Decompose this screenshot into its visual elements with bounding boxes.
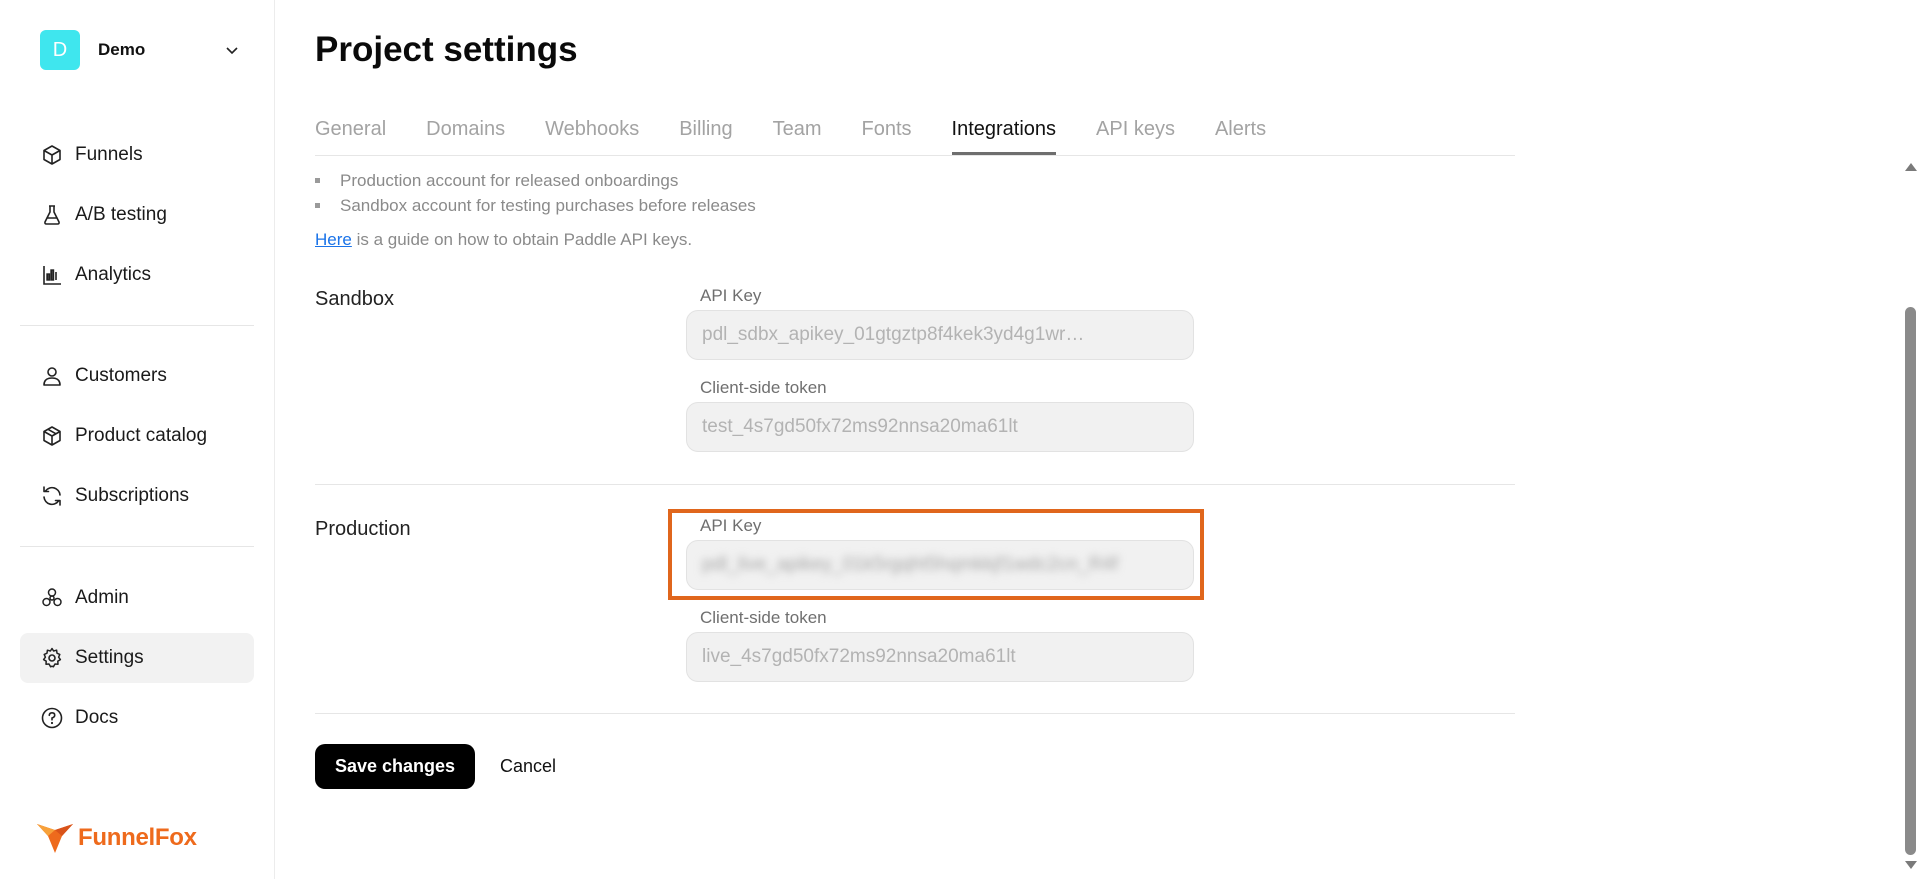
funnelfox-logo: FunnelFox — [36, 822, 197, 854]
bar-chart-icon — [40, 263, 64, 287]
tab-billing[interactable]: Billing — [679, 112, 732, 155]
page-title: Project settings — [315, 30, 578, 69]
scroll-thumb[interactable] — [1905, 307, 1916, 855]
section-divider — [315, 713, 1515, 714]
workspace-name: Demo — [98, 40, 146, 59]
refresh-icon — [40, 484, 64, 508]
list-item: Production account for released onboardi… — [315, 170, 756, 195]
sidebar-item-settings[interactable]: Settings — [20, 633, 254, 683]
nav-secondary: Customers Product catalog Subscriptions — [20, 351, 254, 531]
sidebar-item-label: Product catalog — [75, 425, 208, 446]
scroll-up-arrow[interactable] — [1905, 163, 1917, 171]
tab-fonts[interactable]: Fonts — [861, 112, 911, 155]
sidebar-item-docs[interactable]: Docs — [20, 693, 254, 743]
tab-integrations[interactable]: Integrations — [951, 112, 1057, 155]
sidebar-item-label: A/B testing — [75, 204, 167, 225]
field-value: live_4s7gd50fx72ms92nnsa20ma61lt — [702, 646, 1016, 667]
gear-icon — [40, 646, 64, 670]
sandbox-api-key-input[interactable]: pdl_sdbx_apikey_01gtgztp8f4kek3yd4g1wr… — [686, 310, 1194, 360]
chevron-down-icon — [226, 47, 238, 55]
tab-team[interactable]: Team — [773, 112, 822, 155]
sidebar-item-subscriptions[interactable]: Subscriptions — [20, 471, 254, 521]
sidebar-item-ab-testing[interactable]: A/B testing — [20, 190, 254, 240]
sandbox-client-token-input[interactable]: test_4s7gd50fx72ms92nnsa20ma61lt — [686, 402, 1194, 452]
nav-primary: Funnels A/B testing Analytics — [20, 130, 254, 310]
guide-text: Here is a guide on how to obtain Paddle … — [315, 230, 692, 250]
cancel-button[interactable]: Cancel — [490, 744, 566, 789]
sidebar-item-label: Analytics — [75, 264, 152, 285]
tab-domains[interactable]: Domains — [426, 112, 505, 155]
workspace-avatar: D — [40, 30, 80, 70]
workspace-switcher[interactable]: D Demo — [40, 30, 260, 70]
tab-api-keys[interactable]: API keys — [1096, 112, 1175, 155]
tab-webhooks[interactable]: Webhooks — [545, 112, 639, 155]
flask-icon — [40, 203, 64, 227]
sidebar-item-label: Subscriptions — [75, 485, 190, 506]
nav-tertiary: Admin Settings Docs — [20, 573, 254, 753]
settings-tabs: General Domains Webhooks Billing Team Fo… — [315, 112, 1515, 156]
tab-general[interactable]: General — [315, 112, 386, 155]
sidebar-item-customers[interactable]: Customers — [20, 351, 254, 401]
sidebar-item-funnels[interactable]: Funnels — [20, 130, 254, 180]
scroll-down-arrow[interactable] — [1905, 861, 1917, 869]
production-client-token-label: Client-side token — [700, 608, 827, 627]
sidebar-item-label: Settings — [75, 647, 144, 668]
nav-divider — [20, 546, 254, 547]
package-icon — [40, 424, 64, 448]
scrollbar[interactable] — [1900, 155, 1920, 879]
sidebar-item-product-catalog[interactable]: Product catalog — [20, 411, 254, 461]
production-section-title: Production — [315, 518, 411, 540]
sidebar-item-label: Funnels — [75, 144, 143, 165]
guide-link[interactable]: Here — [315, 230, 352, 249]
help-circle-icon — [40, 706, 64, 730]
fox-logo-icon — [37, 824, 73, 853]
save-changes-button[interactable]: Save changes — [315, 744, 475, 789]
sidebar: D Demo Funnels A/B testing Analytics Cus… — [0, 0, 275, 879]
account-bullets: Production account for released onboardi… — [315, 170, 756, 220]
field-value: pdl_sdbx_apikey_01gtgztp8f4kek3yd4g1wr… — [702, 324, 1085, 345]
sandbox-section-title: Sandbox — [315, 288, 394, 310]
highlight-box — [668, 509, 1204, 600]
cube-icon — [40, 143, 64, 167]
nav-divider — [20, 325, 254, 326]
sidebar-item-admin[interactable]: Admin — [20, 573, 254, 623]
sidebar-item-label: Admin — [75, 587, 129, 608]
tab-alerts[interactable]: Alerts — [1215, 112, 1266, 155]
field-value: test_4s7gd50fx72ms92nnsa20ma61lt — [702, 416, 1018, 437]
logo-text: FunnelFox — [78, 824, 197, 851]
sandbox-api-key-label: API Key — [700, 286, 762, 305]
user-icon — [40, 364, 64, 388]
section-divider — [315, 484, 1515, 485]
sidebar-item-analytics[interactable]: Analytics — [20, 250, 254, 300]
biohazard-icon — [40, 586, 64, 610]
list-item: Sandbox account for testing purchases be… — [315, 195, 756, 220]
production-client-token-input[interactable]: live_4s7gd50fx72ms92nnsa20ma61lt — [686, 632, 1194, 682]
sidebar-item-label: Docs — [75, 707, 119, 728]
sidebar-item-label: Customers — [75, 365, 167, 386]
sandbox-client-token-label: Client-side token — [700, 378, 827, 397]
guide-description: is a guide on how to obtain Paddle API k… — [351, 230, 693, 249]
